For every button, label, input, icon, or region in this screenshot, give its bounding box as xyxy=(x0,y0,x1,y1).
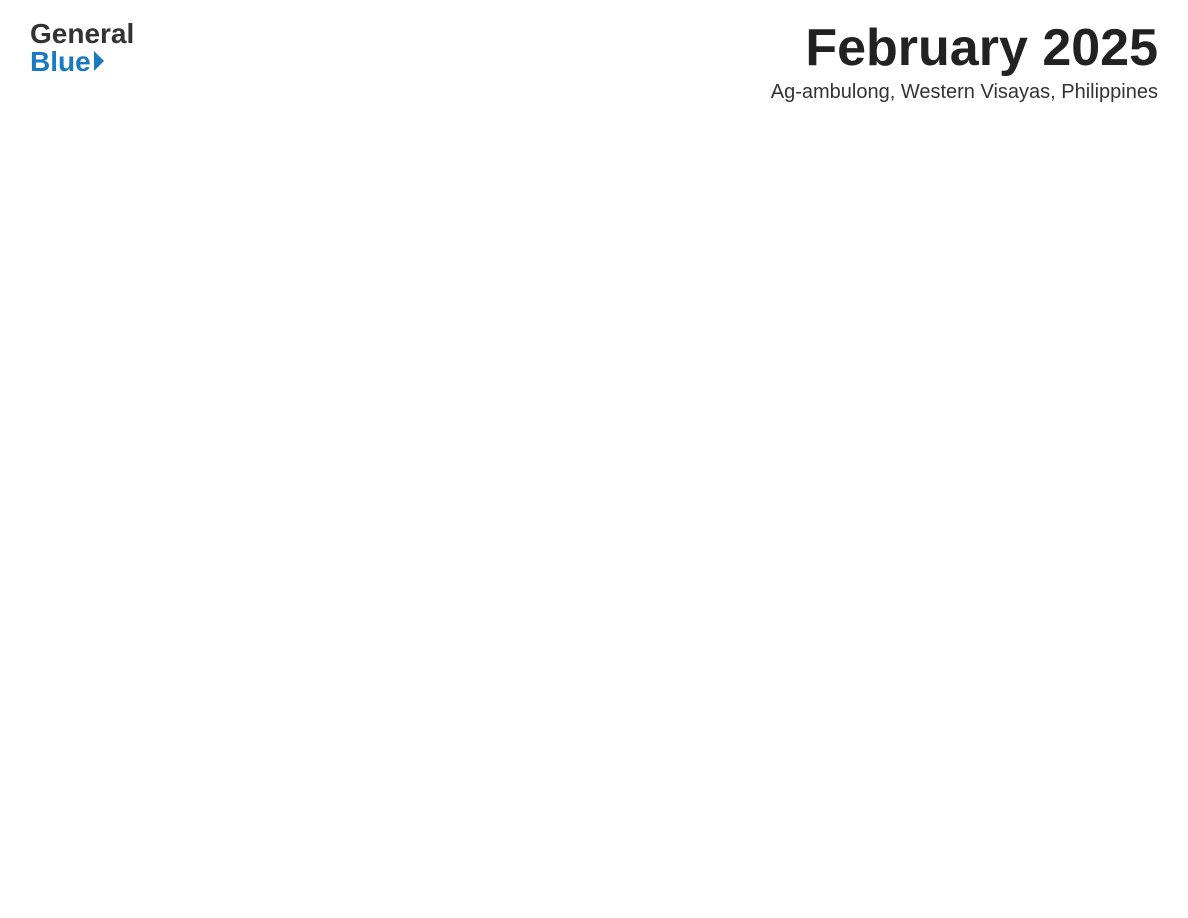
logo: General Blue xyxy=(30,20,134,76)
title-block: February 2025 Ag-ambulong, Western Visay… xyxy=(771,20,1158,104)
main-title: February 2025 xyxy=(771,20,1158,77)
logo-blue: Blue xyxy=(30,48,104,76)
subtitle: Ag-ambulong, Western Visayas, Philippine… xyxy=(771,81,1158,104)
logo-general: General xyxy=(30,20,134,48)
logo-arrow-icon xyxy=(94,51,104,71)
page-header: General Blue February 2025 Ag-ambulong, … xyxy=(30,20,1158,104)
